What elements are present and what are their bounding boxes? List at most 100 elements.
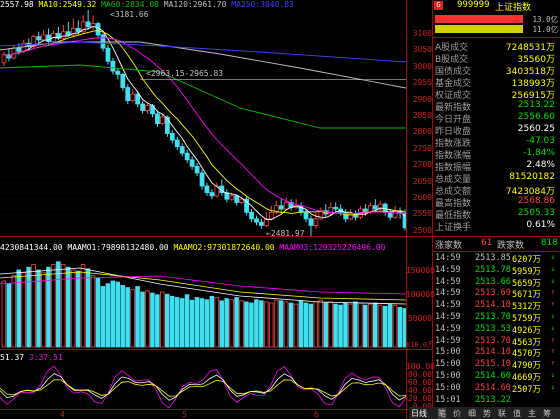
ma10-value: MA10:2549.32: [38, 0, 97, 9]
volume-bar: [214, 297, 220, 348]
kdj-chart[interactable]: [0, 363, 406, 409]
tick-price: 2515.10: [475, 359, 511, 370]
volume-bar: [308, 303, 314, 348]
quote-row: 最新指数 2513.22: [433, 100, 557, 113]
candle: [130, 89, 136, 103]
quote-row: A股成交 7248531万: [433, 40, 557, 53]
tick-row: 14:59 2513.70 4563万 ↑: [433, 336, 557, 348]
quote-row: 指数涨幅 -1.84%: [433, 148, 557, 161]
chart-area[interactable]: 2557.98 MA10:2549.32 MA60:2834.08 MA120:…: [0, 0, 435, 419]
tick-time: 15:00: [435, 359, 461, 370]
volume-bar: [249, 302, 254, 348]
volume-bar: [184, 294, 190, 348]
volume-bar: [338, 304, 343, 348]
tick-list[interactable]: 14:59 2513.85 6207万 ↓ 14:59 2513.78 5959万 ↓ 14:5…: [433, 253, 560, 407]
candle: [65, 21, 71, 37]
rise-label: 涨家数: [435, 241, 463, 251]
volume-bar: [298, 300, 304, 348]
candle: [288, 199, 294, 211]
candle: [189, 156, 195, 170]
tick-time: 15:00: [435, 382, 461, 393]
candle: [353, 210, 358, 221]
volume-bar: [100, 286, 106, 348]
bottom-tab[interactable]: 笔: [438, 408, 446, 419]
tick-price: 2513.78: [475, 264, 511, 275]
g-badge: G: [434, 1, 443, 10]
maamo3-value: MAAMO3:120325226496.00: [279, 243, 386, 252]
tick-amount: 6207万: [512, 255, 541, 265]
candle: [95, 21, 101, 39]
tick-row: 14:59 2514.10 5312万 ↑: [433, 300, 557, 313]
candle: [110, 57, 116, 75]
volume-bar: [6, 283, 12, 348]
rise-count: 61: [481, 238, 493, 248]
tick-amount: 2507万: [512, 384, 541, 395]
x-label-apr: 4: [60, 410, 65, 419]
candle: [224, 189, 230, 203]
tick-time: 14:59: [435, 253, 461, 263]
candle: [219, 179, 225, 196]
price-axis-label: 3100: [412, 29, 432, 38]
candle: [36, 31, 42, 44]
bottom-tab[interactable]: 主: [528, 408, 536, 419]
candlestick-chart[interactable]: [0, 10, 406, 236]
bottom-tab[interactable]: 价: [453, 408, 461, 419]
bottom-tab[interactable]: 细: [468, 408, 476, 419]
volume-unit: X10.0万: [406, 341, 435, 349]
ma250-value: MA250:3040.83: [231, 0, 294, 9]
candle: [140, 100, 145, 114]
price-axis-label: 2900: [412, 94, 432, 104]
tick-direction: ↓: [550, 264, 555, 273]
price-axis-label: 3000: [412, 61, 432, 71]
price-axis-label: 2650: [412, 176, 432, 186]
volume-bar: [358, 302, 363, 348]
quote-row: 基金成交 138993万: [433, 76, 557, 89]
quote-title-bar[interactable]: G 999999 上证指数: [433, 0, 560, 13]
tick-time: 14:59: [435, 323, 461, 334]
volume-bar: [11, 275, 17, 348]
volume-chart[interactable]: [0, 254, 406, 348]
bottom-tab[interactable]: 筹: [543, 408, 551, 419]
candle: [174, 136, 180, 150]
tick-direction: ↑: [550, 288, 555, 297]
quote-label: 上证换手: [435, 223, 472, 233]
bottom-tab[interactable]: 联: [498, 408, 506, 419]
volume-bar: [51, 264, 56, 348]
candle: [184, 149, 190, 164]
candle: [278, 199, 284, 213]
volume-bar: [283, 301, 289, 348]
price-axis-label: 2550: [412, 209, 432, 219]
tick-direction: ↓: [550, 253, 555, 261]
tick-time: 14:59: [435, 288, 461, 299]
candle: [259, 218, 264, 229]
x-label-may: 5: [182, 410, 187, 419]
volume-bar: [169, 296, 175, 348]
kdj-d-line: [0, 379, 406, 397]
volume-bar: [61, 264, 66, 348]
bottom-tab[interactable]: 日线: [411, 408, 427, 419]
tick-row: 15:00 2514.60 2507万 ↓: [433, 382, 557, 395]
scale-bottom: 11.0亿: [532, 25, 558, 34]
volume-bar: [273, 299, 279, 348]
price-axis-label: 2950: [412, 78, 432, 88]
candle: [392, 205, 398, 219]
tick-amount: 5312万: [512, 302, 541, 313]
candle: [194, 163, 200, 177]
quote-value: -47.03: [525, 136, 555, 146]
bottom-tab[interactable]: 值: [513, 408, 521, 419]
tick-amount: 5959万: [512, 266, 541, 277]
volume-bar: [90, 275, 96, 348]
volume-bar: [204, 299, 210, 348]
kdj-axis: 100.0080.0060.0040.0020.000.00: [406, 362, 435, 411]
tick-amount: 4926万: [512, 325, 541, 336]
fall-count: 818: [540, 238, 558, 248]
tick-price: 2513.85: [475, 253, 511, 263]
tick-time: 14:59: [435, 300, 461, 311]
volume-bar: [323, 302, 328, 348]
bottom-tab[interactable]: 势: [483, 408, 491, 419]
candle: [343, 209, 348, 223]
candle: [387, 209, 393, 221]
quote-rows: A股成交 7248531万 B股成交 35560万 国债成交 3403518万 基金成交 13…: [433, 40, 560, 233]
scale-bar: 13.0亿 11.0亿: [433, 13, 560, 37]
tick-time: 14:59: [435, 312, 461, 322]
